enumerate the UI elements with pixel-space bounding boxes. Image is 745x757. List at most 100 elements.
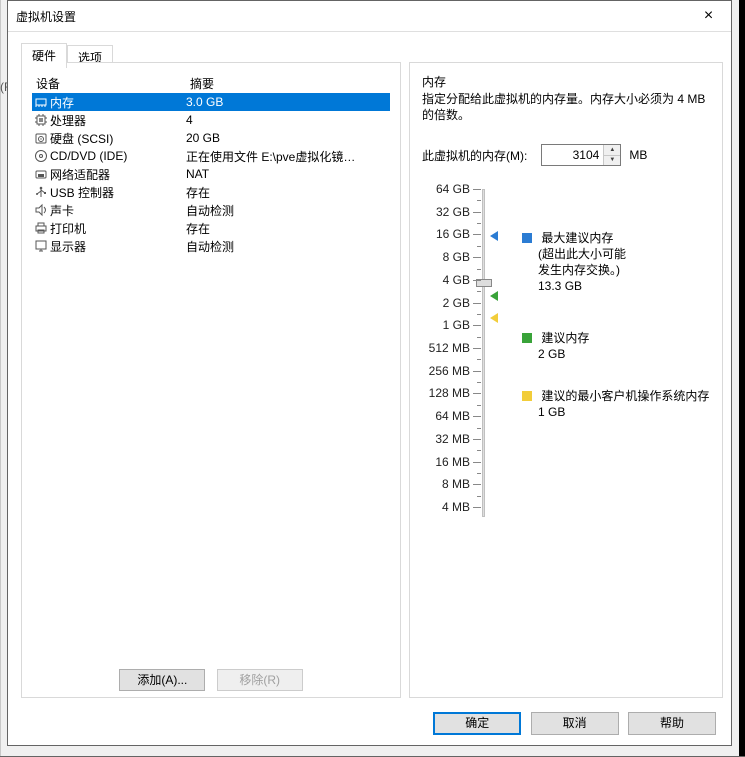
device-summary: 自动检测 — [182, 238, 390, 255]
memory-input[interactable] — [542, 145, 603, 165]
usb-icon — [32, 185, 50, 199]
memory-heading: 内存 — [422, 73, 446, 90]
slider-tick-label: 256 MB — [410, 364, 470, 378]
remove-button: 移除(R) — [217, 669, 303, 691]
device-name: 网络适配器 — [50, 166, 182, 183]
device-row[interactable]: 显示器自动检测 — [32, 237, 390, 255]
slider-tick — [473, 189, 481, 190]
slider-tick-label: 8 MB — [410, 477, 470, 491]
slider-tick-label: 64 MB — [410, 409, 470, 423]
device-row[interactable]: CD/DVD (IDE)正在使用文件 E:\pve虚拟化镜… — [32, 147, 390, 165]
spin-up-icon[interactable]: ▲ — [604, 145, 620, 156]
slider-tick — [473, 348, 481, 349]
memory-description: 指定分配给此虚拟机的内存量。内存大小必须为 4 MB 的倍数。 — [422, 91, 710, 123]
slider-tick — [473, 325, 481, 326]
slider-tick — [473, 257, 481, 258]
slider-tick-minor — [477, 314, 481, 315]
device-name: 显示器 — [50, 238, 182, 255]
slider-tick-label: 32 GB — [410, 205, 470, 219]
slider-tick-minor — [477, 269, 481, 270]
slider-tick-minor — [477, 337, 481, 338]
memory-stepper[interactable]: ▲ ▼ — [541, 144, 621, 166]
dialog-title: 虚拟机设置 — [8, 8, 76, 25]
device-row[interactable]: 网络适配器NAT — [32, 165, 390, 183]
legend-max-sub2: 发生内存交换。) — [522, 262, 714, 278]
slider-tick-label: 512 MB — [410, 341, 470, 355]
help-button[interactable]: 帮助 — [628, 712, 716, 735]
legend-min-title: 建议的最小客户机操作系统内存 — [541, 387, 709, 404]
cpu-icon — [32, 113, 50, 127]
device-row[interactable]: 硬盘 (SCSI)20 GB — [32, 129, 390, 147]
column-summary[interactable]: 摘要 — [186, 75, 390, 93]
close-button[interactable]: × — [686, 1, 731, 31]
slider-tick-minor — [477, 450, 481, 451]
slider-tick-label: 16 MB — [410, 455, 470, 469]
slider-tick-label: 2 GB — [410, 296, 470, 310]
device-summary: 存在 — [182, 184, 390, 201]
slider-tick — [473, 371, 481, 372]
slider-tick-minor — [477, 428, 481, 429]
memory-slider[interactable]: 64 GB32 GB16 GB8 GB4 GB2 GB1 GB512 MB256… — [410, 183, 722, 523]
slider-tick-minor — [477, 200, 481, 201]
spin-down-icon[interactable]: ▼ — [604, 156, 620, 166]
slider-tick — [473, 484, 481, 485]
device-name: 硬盘 (SCSI) — [50, 130, 182, 147]
device-name: 打印机 — [50, 220, 182, 237]
slider-tick-minor — [477, 496, 481, 497]
memory-icon — [32, 95, 50, 109]
legend-rec-value: 2 GB — [522, 346, 714, 362]
device-row[interactable]: 声卡自动检测 — [32, 201, 390, 219]
slider-tick-minor — [477, 359, 481, 360]
device-row[interactable]: USB 控制器存在 — [32, 183, 390, 201]
slider-tick-minor — [477, 223, 481, 224]
slider-tick-label: 32 MB — [410, 432, 470, 446]
add-button[interactable]: 添加(A)... — [119, 669, 205, 691]
memory-label: 此虚拟机的内存(M): — [422, 147, 527, 164]
device-summary: NAT — [182, 167, 390, 181]
device-name: 声卡 — [50, 202, 182, 219]
device-list[interactable]: 内存3.0 GB处理器4硬盘 (SCSI)20 GBCD/DVD (IDE)正在… — [32, 93, 390, 659]
hdd-icon — [32, 131, 50, 145]
settings-dialog: 虚拟机设置 × 硬件选项 设备 摘要 内存3.0 GB处理器4硬盘 (SCSI)… — [7, 0, 732, 746]
device-summary: 存在 — [182, 220, 390, 237]
device-row[interactable]: 内存3.0 GB — [32, 93, 390, 111]
marker-max-icon — [490, 231, 498, 241]
slider-tick-label: 16 GB — [410, 227, 470, 241]
device-name: CD/DVD (IDE) — [50, 149, 182, 163]
marker-min-icon — [490, 313, 498, 323]
memory-panel: 内存 指定分配给此虚拟机的内存量。内存大小必须为 4 MB 的倍数。 此虚拟机的… — [409, 62, 723, 698]
slider-tick-label: 4 GB — [410, 273, 470, 287]
slider-tick — [473, 280, 481, 281]
device-row[interactable]: 打印机存在 — [32, 219, 390, 237]
ok-button[interactable]: 确定 — [433, 712, 521, 735]
device-list-panel: 设备 摘要 内存3.0 GB处理器4硬盘 (SCSI)20 GBCD/DVD (… — [21, 62, 401, 698]
legend-max-sub1: (超出此大小可能 — [522, 246, 714, 262]
device-summary: 自动检测 — [182, 202, 390, 219]
slider-tick-label: 1 GB — [410, 318, 470, 332]
slider-tick — [473, 439, 481, 440]
legend-rec-title: 建议内存 — [541, 329, 589, 346]
column-device[interactable]: 设备 — [32, 75, 186, 93]
background-right-edge — [739, 0, 745, 756]
device-row[interactable]: 处理器4 — [32, 111, 390, 129]
slider-tick-label: 8 GB — [410, 250, 470, 264]
obscured-text: (R — [0, 80, 5, 100]
swatch-min-icon — [522, 391, 532, 401]
device-summary: 20 GB — [182, 131, 390, 145]
printer-icon — [32, 221, 50, 235]
device-summary: 3.0 GB — [182, 95, 390, 109]
slider-tick — [473, 462, 481, 463]
device-name: USB 控制器 — [50, 184, 182, 201]
device-name: 内存 — [50, 94, 182, 111]
marker-rec-icon — [490, 291, 498, 301]
slider-tick — [473, 393, 481, 394]
tab-hardware[interactable]: 硬件 — [21, 43, 67, 68]
legend-max-title: 最大建议内存 — [541, 229, 613, 246]
slider-track[interactable] — [482, 189, 485, 517]
slider-tick — [473, 416, 481, 417]
tab-strip: 硬件选项 — [21, 41, 113, 62]
slider-tick-minor — [477, 291, 481, 292]
cancel-button[interactable]: 取消 — [531, 712, 619, 735]
slider-tick-minor — [477, 473, 481, 474]
slider-tick-minor — [477, 246, 481, 247]
